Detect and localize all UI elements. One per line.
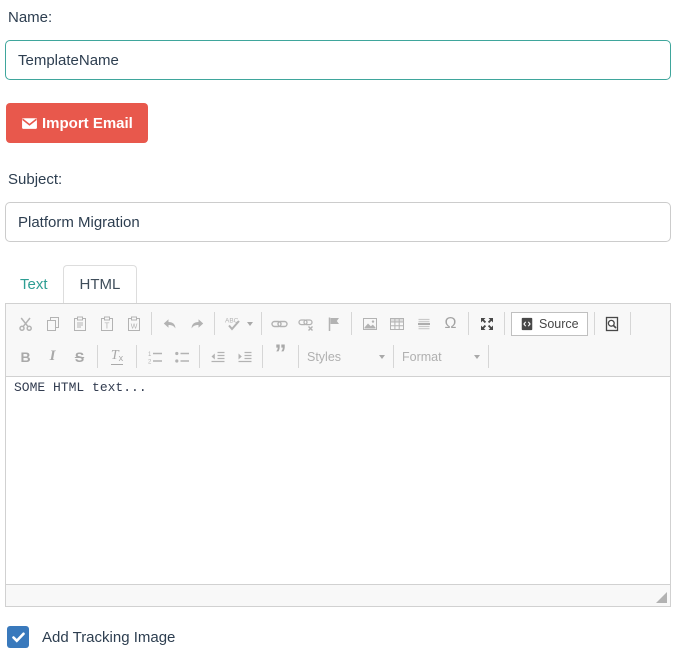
omega-glyph: Ω xyxy=(445,315,457,333)
image-icon[interactable] xyxy=(356,311,383,337)
copy-icon[interactable] xyxy=(39,311,66,337)
toolbar-row-1: T W xyxy=(12,307,664,340)
tab-html[interactable]: HTML xyxy=(63,265,138,303)
import-email-button[interactable]: Import Email xyxy=(6,103,148,143)
anchor-flag-icon[interactable] xyxy=(320,311,347,337)
editor-status-bar xyxy=(6,584,670,606)
html-source-textarea[interactable]: SOME HTML text... xyxy=(6,377,670,584)
toolbar-separator xyxy=(630,312,631,335)
undo-icon[interactable] xyxy=(156,311,183,337)
toolbar-row-2: B I S Tx 1 2 xyxy=(12,340,664,373)
template-form: Name: Import Email Subject: Text HTML xyxy=(0,0,672,654)
toolbar-separator xyxy=(136,345,137,368)
subject-label: Subject: xyxy=(8,171,667,188)
tab-text[interactable]: Text xyxy=(5,266,63,303)
paste-icon[interactable] xyxy=(66,311,93,337)
format-dropdown[interactable]: Format xyxy=(398,350,484,364)
editor-toolbar: T W xyxy=(6,304,670,377)
blockquote-icon[interactable]: ” xyxy=(267,344,294,370)
svg-text:1: 1 xyxy=(148,352,152,358)
bold-icon[interactable]: B xyxy=(12,344,39,370)
tracking-checkbox[interactable] xyxy=(7,626,29,648)
toolbar-separator xyxy=(488,345,489,368)
strikethrough-icon[interactable]: S xyxy=(66,344,93,370)
styles-dropdown[interactable]: Styles xyxy=(303,350,389,364)
toolbar-separator xyxy=(594,312,595,335)
chevron-down-icon xyxy=(474,355,480,359)
styles-dropdown-label: Styles xyxy=(307,350,341,364)
toolbar-separator xyxy=(298,345,299,368)
bulleted-list-icon[interactable] xyxy=(168,344,195,370)
chevron-down-icon xyxy=(247,322,253,326)
svg-text:W: W xyxy=(130,323,137,330)
toolbar-separator xyxy=(151,312,152,335)
cut-icon[interactable] xyxy=(12,311,39,337)
toolbar-separator xyxy=(262,345,263,368)
import-email-label: Import Email xyxy=(42,115,133,132)
source-code-icon xyxy=(520,317,534,331)
special-character-icon[interactable]: Ω xyxy=(437,311,464,337)
table-icon[interactable] xyxy=(383,311,410,337)
svg-text:T: T xyxy=(104,321,109,330)
source-button[interactable]: Source xyxy=(511,312,588,336)
toolbar-separator xyxy=(199,345,200,368)
tracking-image-row: Add Tracking Image xyxy=(5,626,667,648)
envelope-icon xyxy=(21,115,38,132)
name-label: Name: xyxy=(8,9,667,26)
toolbar-separator xyxy=(393,345,394,368)
toolbar-separator xyxy=(351,312,352,335)
format-dropdown-label: Format xyxy=(402,350,442,364)
numbered-list-icon[interactable]: 1 2 xyxy=(141,344,168,370)
increase-indent-icon[interactable] xyxy=(231,344,258,370)
maximize-icon[interactable] xyxy=(473,311,500,337)
italic-icon[interactable]: I xyxy=(39,344,66,370)
paste-plain-text-icon[interactable]: T xyxy=(93,311,120,337)
name-input[interactable] xyxy=(5,40,671,80)
remove-format-icon[interactable]: Tx xyxy=(102,344,132,370)
toolbar-separator xyxy=(504,312,505,335)
chevron-down-icon xyxy=(379,355,385,359)
toolbar-separator xyxy=(214,312,215,335)
paste-from-word-icon[interactable]: W xyxy=(120,311,147,337)
svg-text:2: 2 xyxy=(148,359,152,365)
checkmark-icon xyxy=(12,632,25,643)
spell-check-icon[interactable]: ABC xyxy=(219,311,257,337)
subject-input[interactable] xyxy=(5,202,671,242)
toolbar-separator xyxy=(261,312,262,335)
tracking-checkbox-label: Add Tracking Image xyxy=(42,629,175,646)
rich-text-editor: T W xyxy=(5,303,671,607)
preview-icon[interactable] xyxy=(599,311,626,337)
redo-icon[interactable] xyxy=(183,311,210,337)
source-button-label: Source xyxy=(539,317,579,331)
editor-mode-tabs: Text HTML xyxy=(5,265,667,303)
toolbar-separator xyxy=(468,312,469,335)
link-icon[interactable] xyxy=(266,311,293,337)
toolbar-separator xyxy=(97,345,98,368)
horizontal-rule-icon[interactable] xyxy=(410,311,437,337)
unlink-icon[interactable] xyxy=(293,311,320,337)
decrease-indent-icon[interactable] xyxy=(204,344,231,370)
resize-handle-icon[interactable] xyxy=(656,592,667,603)
